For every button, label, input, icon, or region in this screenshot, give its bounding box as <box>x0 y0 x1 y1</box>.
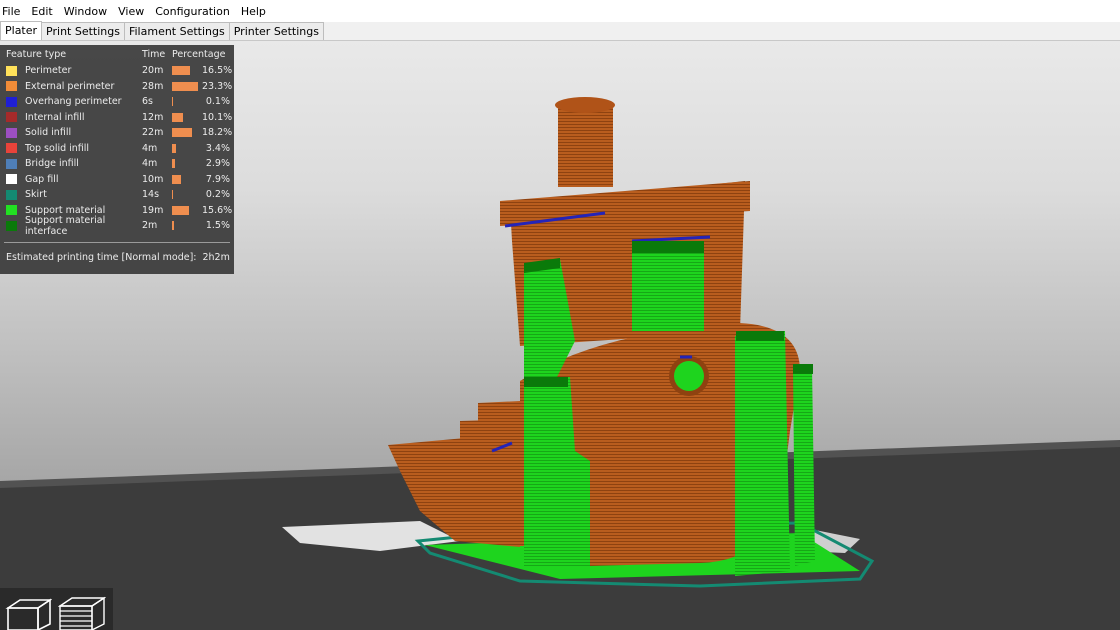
chimney <box>558 105 613 187</box>
feature-percentage: 0.2% <box>205 189 230 201</box>
feature-time: 10m <box>142 173 164 185</box>
percentage-bar <box>172 205 190 215</box>
percentage-bar <box>172 159 176 169</box>
tab-filament-settings[interactable]: Filament Settings <box>123 22 230 40</box>
feature-name: Bridge infill <box>25 158 79 170</box>
support-pillar-4 <box>735 331 790 576</box>
feature-name: Support material interface <box>25 214 106 237</box>
estimate-label: Estimated printing time [Normal mode]: <box>6 251 197 263</box>
support-interface-5 <box>793 364 813 374</box>
legend-row: Top solid infill 4m 3.4% <box>0 141 234 157</box>
tab-bar: Plater Print Settings Filament Settings … <box>0 21 1120 41</box>
menu-file[interactable]: File <box>2 5 27 18</box>
feature-color-swatch <box>6 205 17 216</box>
feature-name: Perimeter <box>25 65 72 77</box>
tab-plater[interactable]: Plater <box>0 21 43 40</box>
feature-time: 22m <box>142 127 164 139</box>
feature-percentage: 10.1% <box>202 111 233 123</box>
feature-percentage: 2.9% <box>205 158 230 170</box>
support-interface-2 <box>632 241 704 253</box>
legend-row: Bridge infill 4m 2.9% <box>0 156 234 172</box>
feature-color-swatch <box>6 65 17 76</box>
feature-time: 6s <box>142 96 153 108</box>
header-feature-type: Feature type <box>6 48 67 60</box>
legend-row: Internal infill 12m 10.1% <box>0 110 234 126</box>
support-interface-3 <box>524 377 568 387</box>
feature-time: 4m <box>142 158 158 170</box>
feature-percentage: 16.5% <box>202 65 233 77</box>
feature-percentage: 7.9% <box>205 173 230 185</box>
feature-name: Top solid infill <box>25 142 90 154</box>
estimate-value: 2h2m <box>202 251 230 263</box>
feature-color-swatch <box>6 81 17 92</box>
legend-row: Gap fill 10m 7.9% <box>0 172 234 188</box>
legend-header: Feature type Time Percentage <box>0 45 234 63</box>
legend-row: Overhang perimeter 6s 0.1% <box>0 94 234 110</box>
estimated-print-time: Estimated printing time [Normal mode]: 2… <box>0 243 234 263</box>
layers-view-icon[interactable] <box>58 594 106 630</box>
feature-time: 4m <box>142 142 158 154</box>
feature-legend: Feature type Time Percentage Perimeter 20… <box>0 45 234 274</box>
percentage-bar <box>172 221 174 231</box>
feature-color-swatch <box>6 220 17 231</box>
view-mode-buttons <box>0 588 113 630</box>
percentage-bar <box>172 143 176 153</box>
feature-color-swatch <box>6 96 17 107</box>
legend-row: Support material interface 2m 1.5% <box>0 214 234 237</box>
tab-printer-settings[interactable]: Printer Settings <box>228 22 324 40</box>
feature-percentage: 23.3% <box>202 80 233 92</box>
percentage-bar <box>172 97 173 107</box>
menu-window[interactable]: Window <box>64 5 114 18</box>
feature-time: 20m <box>142 65 164 77</box>
feature-time: 12m <box>142 111 164 123</box>
percentage-bar <box>172 112 184 122</box>
legend-row: Perimeter 20m 16.5% <box>0 63 234 79</box>
cabin-step-2 <box>478 401 520 423</box>
feature-name: Overhang perimeter <box>25 96 122 108</box>
legend-row: Solid infill 22m 18.2% <box>0 125 234 141</box>
legend-row: External perimeter 28m 23.3% <box>0 79 234 95</box>
feature-percentage: 1.5% <box>205 220 230 232</box>
feature-color-swatch <box>6 158 17 169</box>
feature-name: Gap fill <box>25 173 59 185</box>
feature-percentage: 3.4% <box>205 142 230 154</box>
menu-configuration[interactable]: Configuration <box>155 5 237 18</box>
feature-percentage: 18.2% <box>202 127 233 139</box>
support-pillar-5 <box>793 366 815 566</box>
percentage-bar <box>172 128 193 138</box>
menu-help[interactable]: Help <box>241 5 273 18</box>
feature-name: Skirt <box>25 189 47 201</box>
cube-3d-view-icon[interactable] <box>4 594 52 630</box>
legend-row: Skirt 14s 0.2% <box>0 187 234 203</box>
feature-time: 2m <box>142 220 158 232</box>
header-percentage: Percentage <box>172 48 226 60</box>
percentage-bar <box>172 190 173 200</box>
feature-time: 19m <box>142 204 164 216</box>
header-time: Time <box>142 48 166 60</box>
feature-percentage: 15.6% <box>202 204 233 216</box>
legend-rows: Perimeter 20m 16.5% External perimeter 28m 23… <box>0 63 234 237</box>
feature-name: Internal infill <box>25 111 85 123</box>
feature-time: 14s <box>142 189 160 201</box>
feature-name: External perimeter <box>25 80 115 92</box>
tab-print-settings[interactable]: Print Settings <box>41 22 125 40</box>
feature-color-swatch <box>6 174 17 185</box>
feature-percentage: 0.1% <box>205 96 230 108</box>
menu-bar: File Edit Window View Configuration Help <box>0 0 1120 22</box>
feature-color-swatch <box>6 189 17 200</box>
feature-name: Solid infill <box>25 127 72 139</box>
menu-view[interactable]: View <box>118 5 151 18</box>
feature-time: 28m <box>142 80 164 92</box>
feature-color-swatch <box>6 143 17 154</box>
support-interface-4 <box>736 331 784 341</box>
menu-edit[interactable]: Edit <box>31 5 59 18</box>
feature-color-swatch <box>6 112 17 123</box>
percentage-bar <box>172 81 198 91</box>
support-pillar-2 <box>632 241 704 331</box>
feature-color-swatch <box>6 127 17 138</box>
percentage-bar <box>172 66 191 76</box>
percentage-bar <box>172 174 181 184</box>
